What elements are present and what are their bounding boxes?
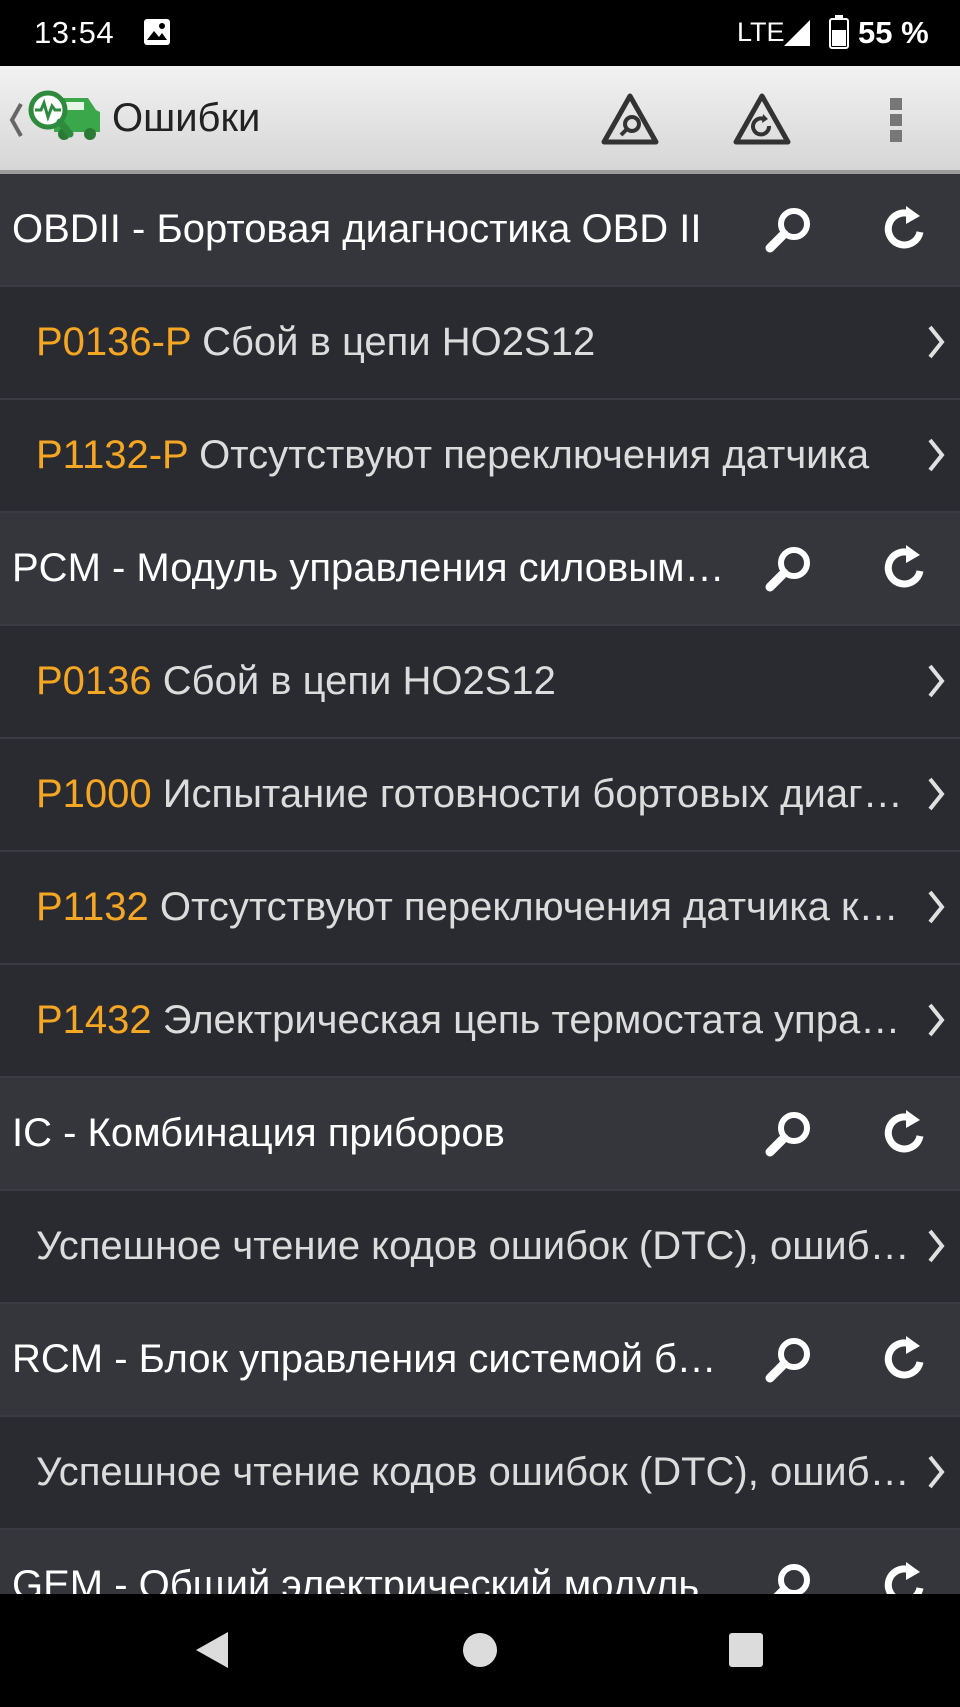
dtc-list-item[interactable]: Успешное чтение кодов ошибок (DTC), ошиб…: [0, 1191, 960, 1304]
dtc-list-item[interactable]: P0136-P Сбой в цепи HO2S12: [0, 287, 960, 400]
chevron-right-icon: [926, 888, 946, 931]
module-header[interactable]: GEM - Общий электрический модуль: [0, 1530, 960, 1594]
search-icon[interactable]: [762, 541, 818, 597]
chevron-right-icon: [926, 1001, 946, 1044]
module-header[interactable]: OBDII - Бортовая диагностика OBD II: [0, 174, 960, 287]
status-time: 13:54: [34, 15, 115, 50]
chevron-right-icon: [926, 775, 946, 818]
battery-icon: [829, 15, 849, 57]
refresh-icon[interactable]: [876, 541, 932, 597]
dtc-code: P0136: [36, 659, 152, 703]
module-header[interactable]: IC - Комбинация приборов: [0, 1078, 960, 1191]
dtc-text: P1132-P Отсутствуют переключения датчика: [36, 400, 914, 511]
dtc-description: Успешное чтение кодов ошибок (DTC), ошиб…: [36, 1224, 914, 1268]
module-name: IC - Комбинация приборов: [12, 1111, 505, 1155]
dtc-code: P1432: [36, 998, 152, 1042]
app-toolbar: Ошибки: [0, 66, 960, 174]
back-triangle-icon[interactable]: [192, 1628, 232, 1677]
chevron-right-icon: [926, 1453, 946, 1496]
module-name: RCM - Блок управления системой безопасно…: [12, 1337, 728, 1381]
back-chevron-icon[interactable]: [8, 100, 24, 145]
dtc-description: Отсутствуют переключения датчика кислоро…: [159, 885, 914, 929]
dtc-code: P0136-P: [36, 320, 191, 364]
dtc-text: P1000 Испытание готовности бортовых диаг…: [36, 739, 914, 850]
dtc-list-item[interactable]: P1132 Отсутствуют переключения датчика к…: [0, 852, 960, 965]
dtc-list-item[interactable]: Успешное чтение кодов ошибок (DTC), ошиб…: [0, 1417, 960, 1530]
search-icon[interactable]: [762, 1332, 818, 1388]
warning-search-icon[interactable]: [598, 90, 662, 150]
search-icon[interactable]: [762, 1558, 818, 1594]
dtc-text: Успешное чтение кодов ошибок (DTC), ошиб…: [36, 1191, 914, 1302]
dtc-code: P1000: [36, 772, 152, 816]
system-nav-bar: [0, 1594, 960, 1707]
dtc-list-item[interactable]: P1000 Испытание готовности бортовых диаг…: [0, 739, 960, 852]
search-icon[interactable]: [762, 202, 818, 258]
battery-percent: 55 %: [858, 15, 929, 50]
dtc-text: Успешное чтение кодов ошибок (DTC), ошиб…: [36, 1417, 914, 1528]
recents-square-icon[interactable]: [726, 1628, 766, 1677]
module-name: OBDII - Бортовая диагностика OBD II: [12, 207, 702, 251]
module-header[interactable]: RCM - Блок управления системой безопасно…: [0, 1304, 960, 1417]
dtc-description: Электрическая цепь термостата управления: [162, 998, 914, 1042]
refresh-icon[interactable]: [876, 1332, 932, 1388]
dtc-text: P1432 Электрическая цепь термостата упра…: [36, 965, 914, 1076]
gallery-icon: [143, 18, 171, 54]
dtc-description: Отсутствуют переключения датчика: [199, 433, 870, 477]
search-icon[interactable]: [762, 1106, 818, 1162]
chevron-right-icon: [926, 436, 946, 479]
dtc-list[interactable]: OBDII - Бортовая диагностика OBD II P0136…: [0, 174, 960, 1594]
module-name: PCM - Модуль управления силовым агрегато…: [12, 546, 728, 590]
dtc-description: Сбой в цепи HO2S12: [202, 320, 596, 364]
dtc-text: P0136 Сбой в цепи HO2S12: [36, 626, 914, 737]
dtc-description: Успешное чтение кодов ошибок (DTC), ошиб…: [36, 1450, 914, 1494]
refresh-icon[interactable]: [876, 1106, 932, 1162]
dtc-text: P1132 Отсутствуют переключения датчика к…: [36, 852, 914, 963]
signal-icon: [782, 18, 812, 56]
dtc-text: P0136-P Сбой в цепи HO2S12: [36, 287, 914, 398]
network-type: LTE: [737, 17, 785, 47]
dtc-description: Сбой в цепи HO2S12: [162, 659, 556, 703]
warning-refresh-icon[interactable]: [730, 90, 794, 150]
status-bar: 13:54 LTE 55 %: [0, 0, 960, 66]
dtc-description: Испытание готовности бортовых диагностич…: [162, 772, 914, 816]
module-header[interactable]: PCM - Модуль управления силовым агрегато…: [0, 513, 960, 626]
dtc-list-item[interactable]: P1132-P Отсутствуют переключения датчика: [0, 400, 960, 513]
home-circle-icon[interactable]: [460, 1628, 500, 1677]
refresh-icon[interactable]: [876, 1558, 932, 1594]
chevron-right-icon: [926, 323, 946, 366]
dtc-list-item[interactable]: P0136 Сбой в цепи HO2S12: [0, 626, 960, 739]
dtc-code: P1132-P: [36, 433, 188, 477]
car-diagnostics-logo-icon: [26, 88, 104, 155]
overflow-menu-icon[interactable]: [876, 90, 916, 150]
dtc-list-item[interactable]: P1432 Электрическая цепь термостата упра…: [0, 965, 960, 1078]
chevron-right-icon: [926, 1227, 946, 1270]
page-title: Ошибки: [112, 96, 261, 140]
dtc-code: P1132: [36, 885, 149, 929]
refresh-icon[interactable]: [876, 202, 932, 258]
module-name: GEM - Общий электрический модуль: [12, 1563, 700, 1594]
chevron-right-icon: [926, 662, 946, 705]
